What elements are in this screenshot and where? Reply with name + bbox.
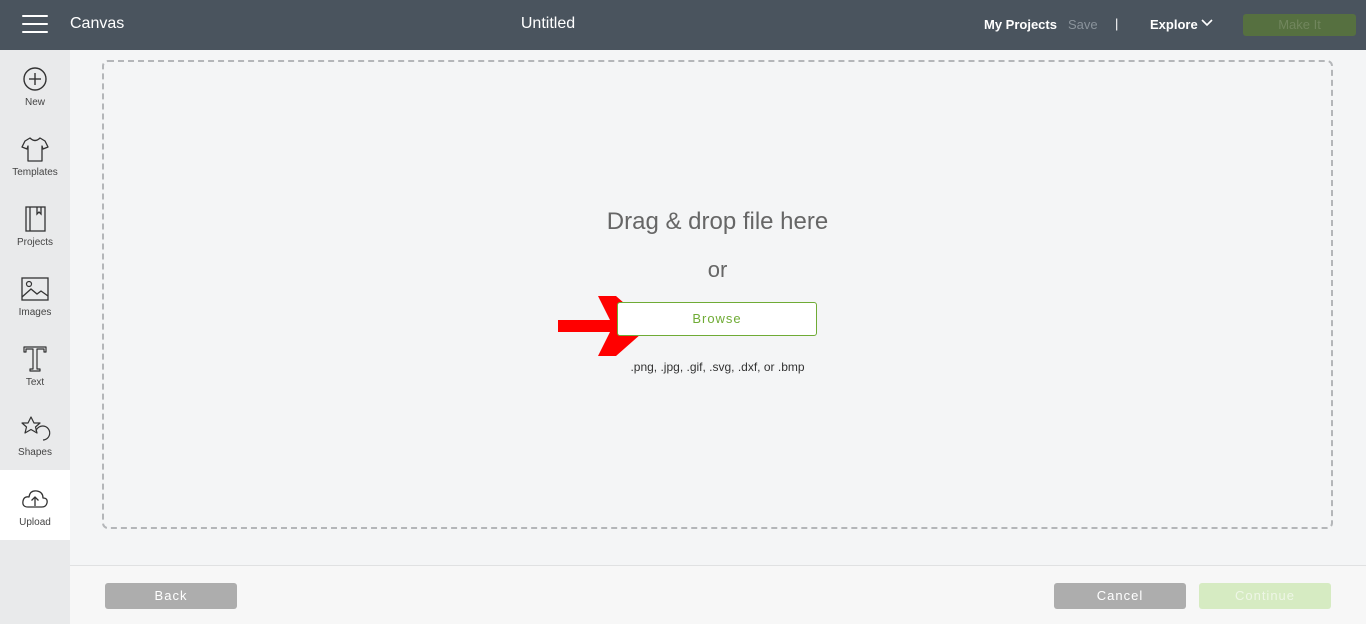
plus-circle-icon	[23, 67, 47, 91]
explore-dropdown[interactable]: Explore	[1150, 17, 1198, 32]
sidebar-item-shapes[interactable]: Shapes	[0, 400, 70, 470]
sidebar-item-projects[interactable]: Projects	[0, 190, 70, 260]
sidebar-item-label: Shapes	[18, 447, 52, 458]
continue-button[interactable]: Continue	[1199, 583, 1331, 609]
save-button[interactable]: Save	[1068, 17, 1098, 32]
sidebar-item-text[interactable]: Text	[0, 330, 70, 400]
tshirt-icon	[21, 137, 49, 162]
sidebar-item-label: New	[24, 97, 45, 108]
sidebar-item-new[interactable]: New	[0, 50, 70, 120]
supported-formats-text: .png, .jpg, .gif, .svg, .dxf, or .bmp	[630, 360, 805, 374]
notebook-icon	[25, 206, 46, 232]
back-button[interactable]: Back	[105, 583, 237, 609]
or-text: or	[707, 257, 728, 282]
drag-drop-text: Drag & drop file here	[606, 208, 829, 235]
sidebar-item-images[interactable]: Images	[0, 260, 70, 330]
file-dropzone[interactable]: Drag & drop file here or Browse .png, .j…	[102, 60, 1333, 529]
document-title[interactable]: Untitled	[0, 15, 1096, 33]
sidebar-item-templates[interactable]: Templates	[0, 120, 70, 190]
sidebar-item-upload[interactable]: Upload	[0, 470, 70, 540]
cloud-upload-icon	[22, 490, 48, 508]
sidebar-item-label: Text	[25, 377, 45, 388]
upload-panel: Drag & drop file here or Browse .png, .j…	[70, 50, 1366, 624]
footer-bar: Back Cancel Continue	[70, 565, 1366, 624]
header-separator: |	[1115, 16, 1119, 31]
sidebar-item-label: Upload	[19, 517, 51, 528]
cancel-button[interactable]: Cancel	[1054, 583, 1186, 609]
top-bar: Canvas Untitled My Projects Save | Explo…	[0, 0, 1366, 50]
sidebar-item-label: Images	[18, 307, 52, 318]
chevron-down-icon[interactable]	[1200, 17, 1214, 29]
make-it-button[interactable]: Make It	[1243, 14, 1356, 36]
left-sidebar: New Templates Projects Images Text Shape…	[0, 50, 70, 624]
sidebar-item-label: Templates	[12, 167, 58, 178]
text-t-icon	[23, 346, 47, 372]
browse-button[interactable]: Browse	[617, 302, 817, 336]
my-projects-link[interactable]: My Projects	[984, 17, 1057, 32]
image-icon	[21, 277, 49, 301]
shapes-icon	[21, 416, 51, 441]
sidebar-item-label: Projects	[16, 237, 54, 248]
